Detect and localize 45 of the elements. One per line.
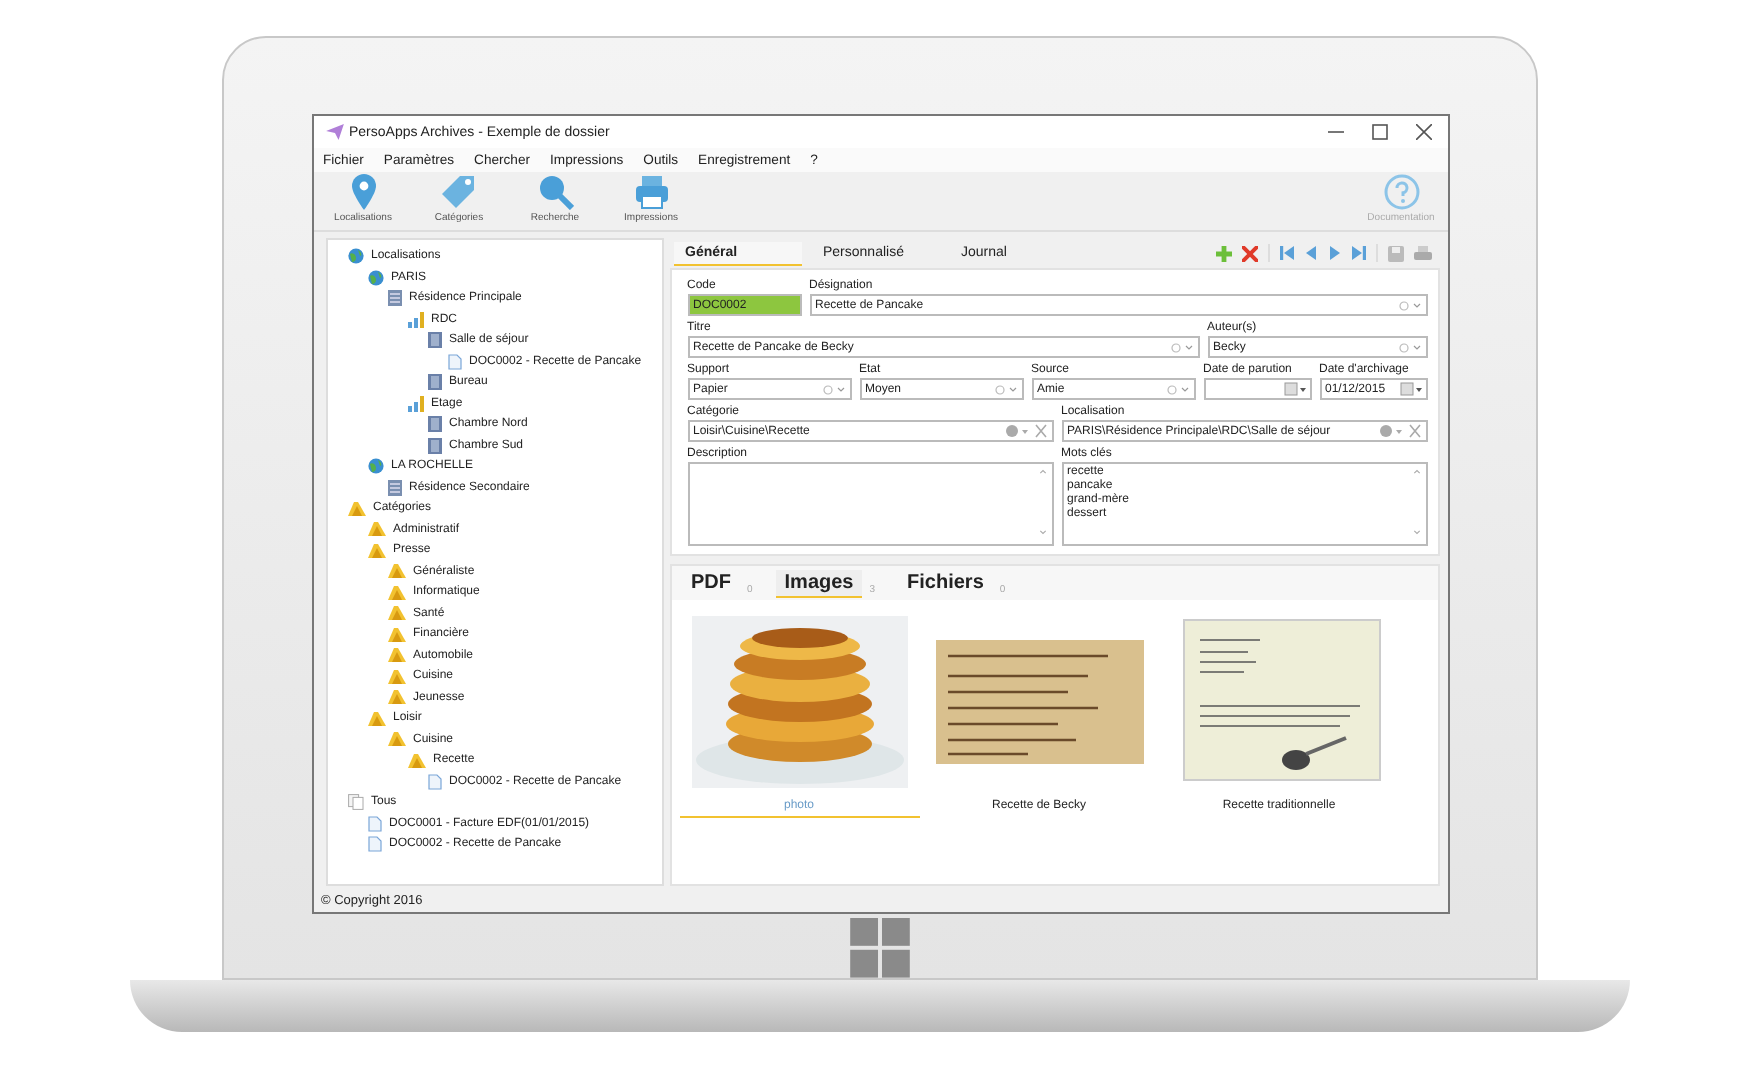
- text-area[interactable]: [687, 462, 1053, 546]
- dropdown-icon[interactable]: [1397, 299, 1421, 311]
- printer-icon: [633, 174, 669, 210]
- dropdown-icon[interactable]: [1165, 383, 1189, 395]
- close-icon[interactable]: [1415, 124, 1431, 140]
- documents-icon: [347, 794, 363, 811]
- delete-icon[interactable]: [1241, 245, 1257, 261]
- door-icon: [427, 374, 441, 391]
- bar-chart-icon: [407, 311, 423, 328]
- tab[interactable]: Images: [776, 569, 862, 597]
- next-icon[interactable]: [1327, 246, 1341, 260]
- dropdown-icon[interactable]: [821, 383, 845, 395]
- building-icon: [387, 290, 401, 307]
- dropdown-icon[interactable]: [1169, 341, 1193, 353]
- globe-icon: [367, 458, 383, 475]
- save-icon[interactable]: [1387, 245, 1403, 261]
- logo-icon: [850, 918, 910, 978]
- paper-plane-icon: [325, 124, 343, 140]
- globe-icon: [367, 269, 383, 286]
- scroll-arrows-icon: [1411, 466, 1421, 538]
- calendar-icon[interactable]: [1399, 382, 1421, 396]
- search-icon: [537, 174, 573, 210]
- globe-icon: [347, 248, 363, 265]
- bar-chart-icon: [407, 395, 423, 412]
- scroll-arrows-icon: [1037, 466, 1047, 538]
- tab[interactable]: Fichiers: [899, 569, 992, 597]
- dropdown-icon[interactable]: [993, 383, 1017, 395]
- tab[interactable]: PDF: [683, 569, 739, 597]
- add-icon[interactable]: [1215, 245, 1231, 261]
- print-icon[interactable]: [1413, 245, 1431, 261]
- building-icon: [387, 479, 401, 496]
- previous-icon[interactable]: [1303, 246, 1317, 260]
- lookup-icon[interactable]: [1377, 424, 1421, 438]
- help-icon: [1383, 174, 1419, 210]
- last-icon[interactable]: [1351, 246, 1365, 260]
- lookup-icon[interactable]: [1003, 424, 1047, 438]
- document-icon: [447, 353, 461, 370]
- door-icon: [427, 332, 441, 349]
- tag-icon: [441, 174, 477, 210]
- calendar-icon[interactable]: [1283, 382, 1305, 396]
- input-field[interactable]: [1203, 378, 1311, 400]
- dropdown-icon[interactable]: [1397, 341, 1421, 353]
- maximize-icon[interactable]: [1371, 124, 1387, 140]
- first-icon[interactable]: [1279, 246, 1293, 260]
- document-icon: [427, 773, 441, 790]
